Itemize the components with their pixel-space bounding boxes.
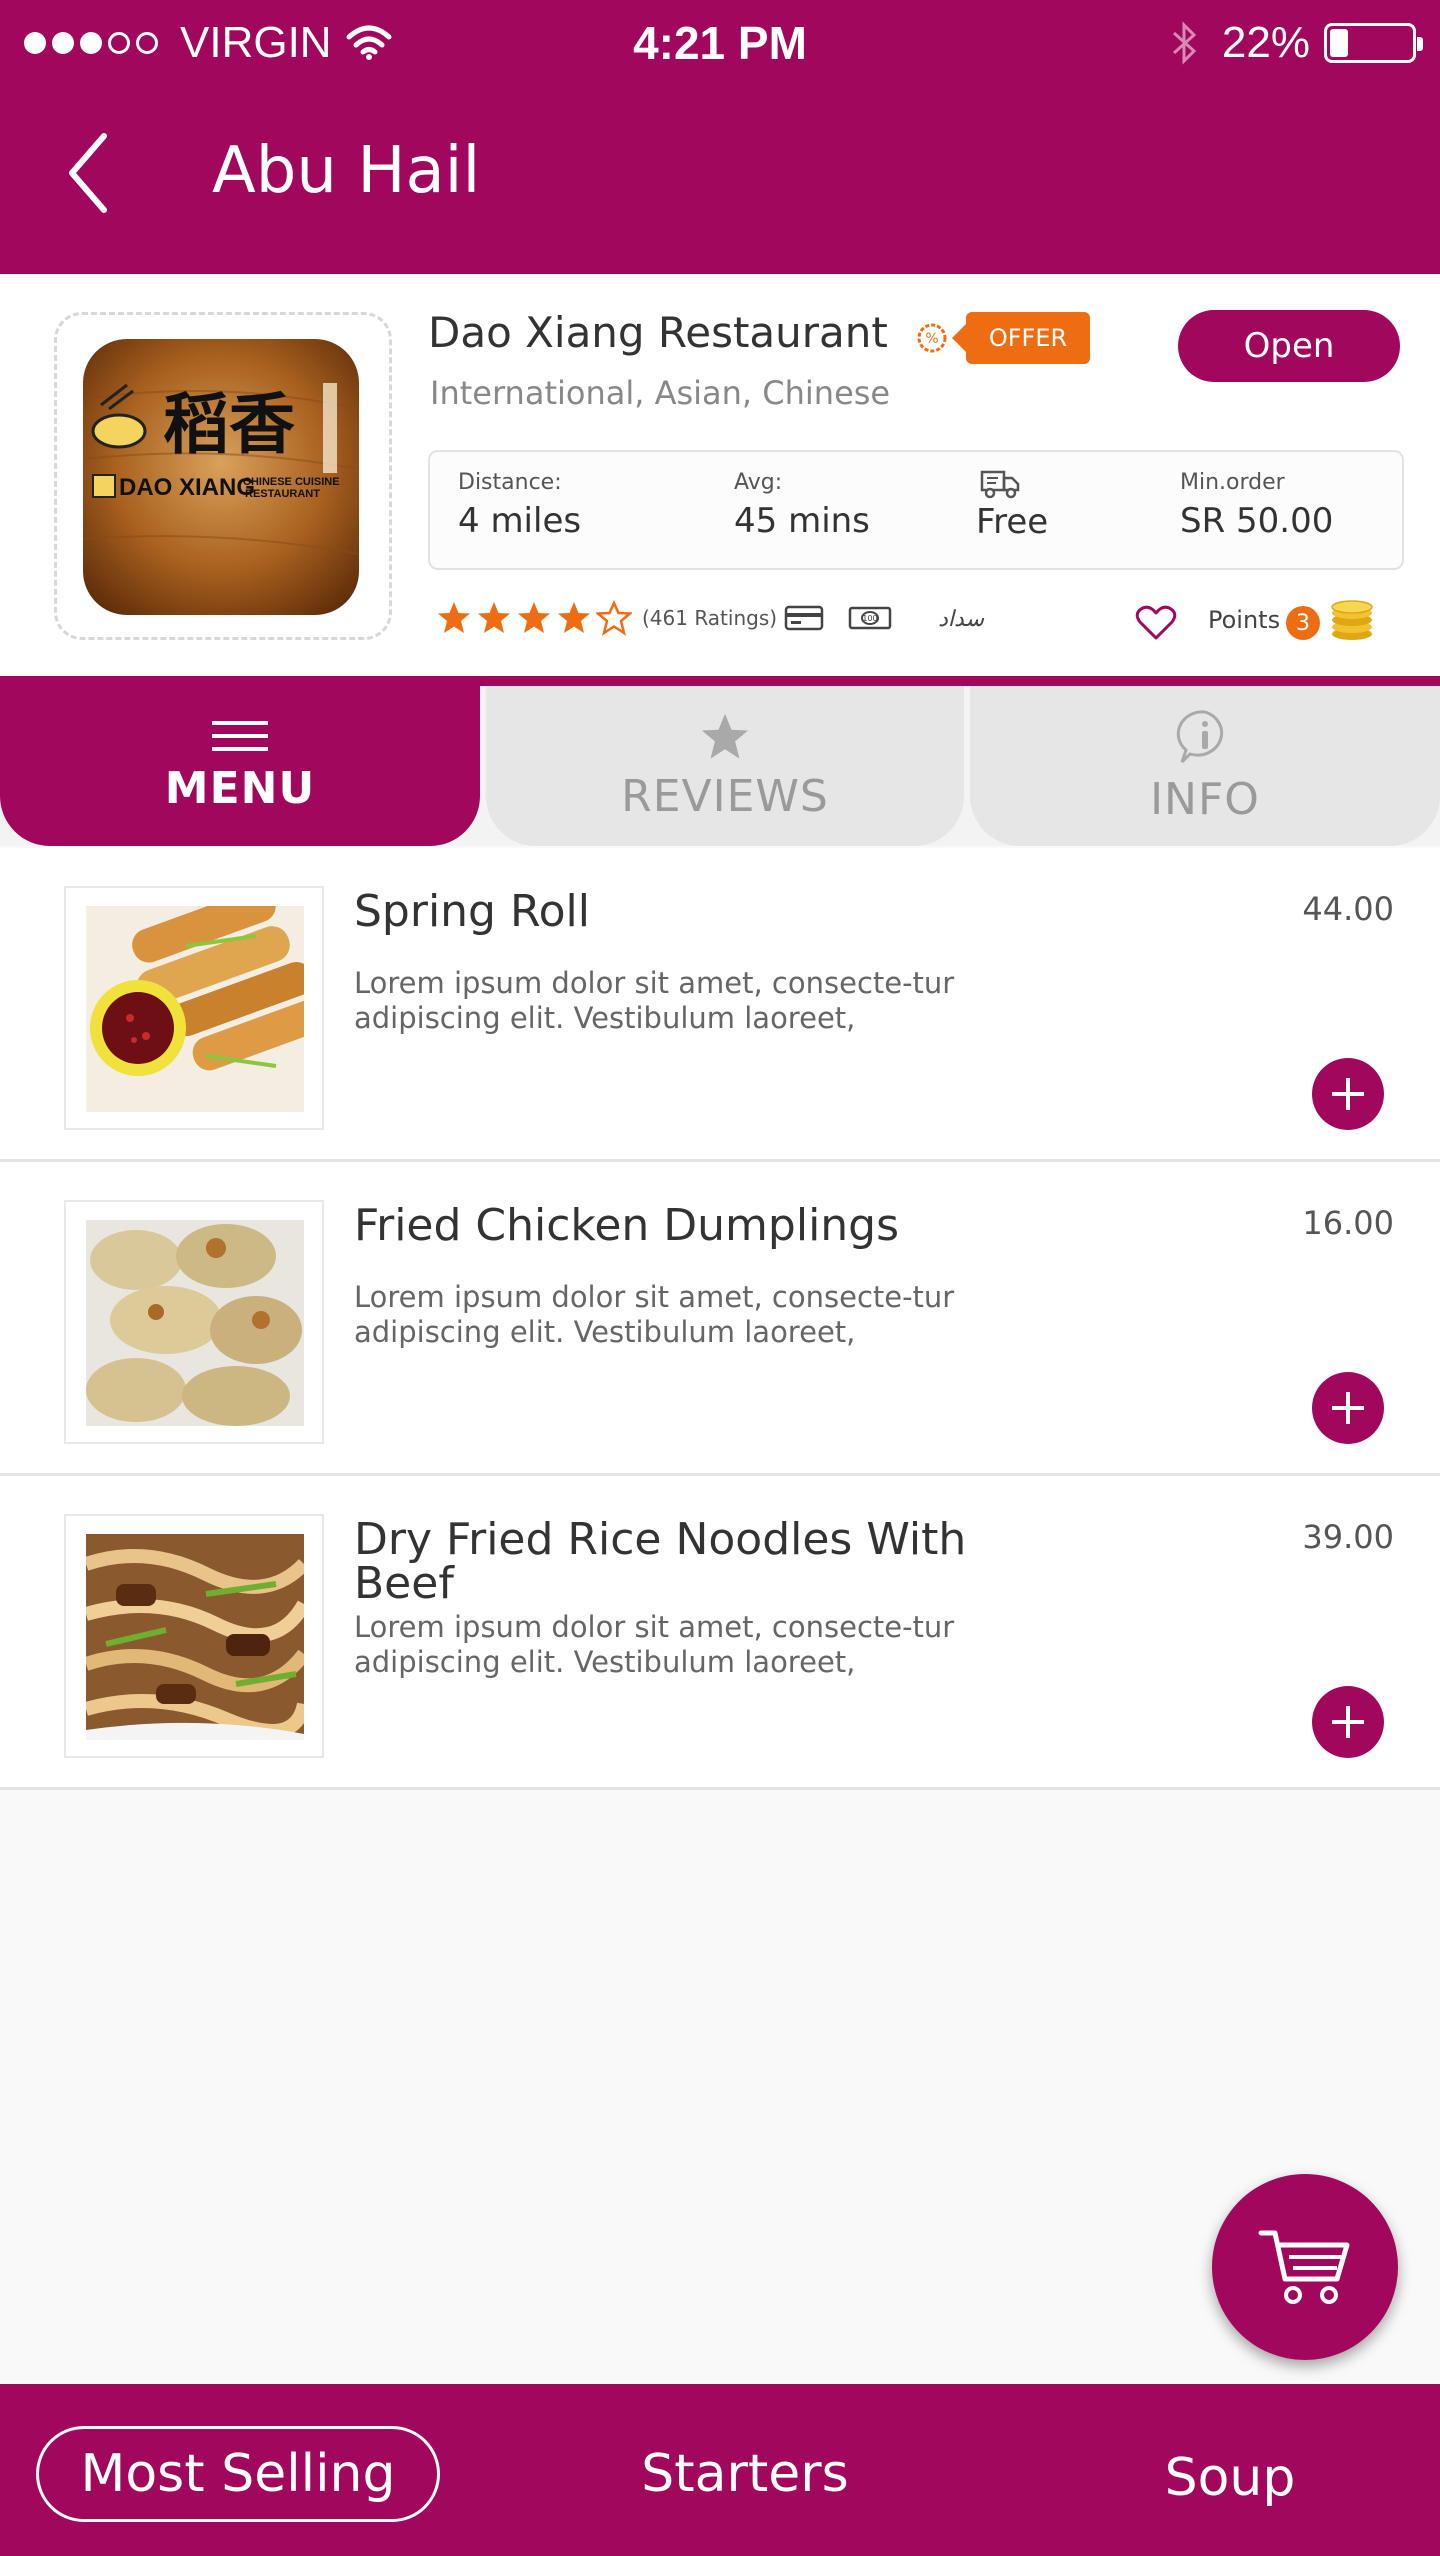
add-to-cart-button[interactable] — [1312, 1372, 1384, 1444]
restaurant-logo-artwork: 稻香 DAO XIANG CHINESE CUISINE RESTAURANT — [83, 339, 359, 615]
item-image-frame — [64, 1514, 324, 1758]
tab-strip: MENU REVIEWS INFO — [0, 686, 1440, 846]
points-label: Points — [1208, 606, 1281, 634]
restaurant-name: Dao Xiang Restaurant — [428, 308, 888, 357]
star-filled-icon — [438, 602, 470, 633]
category-most-selling[interactable]: Most Selling — [36, 2426, 440, 2522]
item-image-frame — [64, 1200, 324, 1444]
stat-delivery-fee: Free — [976, 466, 1048, 542]
item-description: Lorem ipsum dolor sit amet, consecte-tur… — [354, 966, 955, 1035]
back-chevron-icon[interactable] — [60, 128, 120, 218]
hamburger-icon — [212, 720, 268, 751]
sadad-icon: سداد — [938, 607, 984, 632]
category-starters[interactable]: Starters — [560, 2426, 930, 2522]
plus-icon — [1332, 1078, 1364, 1110]
plus-icon — [1332, 1706, 1364, 1738]
info-icon — [1176, 709, 1224, 763]
battery-percent: 22% — [1221, 18, 1310, 67]
category-soup[interactable]: Soup — [1060, 2430, 1400, 2526]
menu-item[interactable]: Fried Chicken Dumplings Lorem ipsum dolo… — [0, 1162, 1440, 1476]
cart-button[interactable] — [1212, 2174, 1398, 2360]
battery-fill — [1330, 29, 1348, 57]
offer-badge: OFFER — [952, 312, 1090, 364]
status-bar: VIRGIN 4:21 PM 22% — [0, 0, 1440, 90]
logo-brand-text: DAO XIANG — [119, 474, 255, 501]
battery-nub — [1417, 37, 1423, 51]
battery-icon — [1324, 23, 1423, 63]
tab-reviews-label: REVIEWS — [621, 770, 829, 822]
tab-menu-label: MENU — [164, 762, 316, 814]
item-price: 16.00 — [1302, 1204, 1394, 1242]
page-title: Abu Hail — [212, 134, 481, 208]
app-header: VIRGIN 4:21 PM 22% Abu Hail — [0, 0, 1440, 274]
dumplings-image — [86, 1220, 304, 1426]
bluetooth-icon — [1172, 21, 1197, 65]
star-empty-icon — [596, 600, 632, 636]
tab-menu[interactable]: MENU — [0, 686, 480, 846]
cuisine-types: International, Asian, Chinese — [430, 374, 891, 412]
avg-time-label: Avg: — [734, 470, 783, 495]
stat-distance: Distance: 4 miles — [458, 470, 581, 541]
payment-methods: 100 سداد — [784, 602, 1010, 634]
tab-info-label: INFO — [1150, 773, 1260, 825]
open-status-button[interactable]: Open — [1178, 310, 1400, 382]
add-to-cart-button[interactable] — [1312, 1058, 1384, 1130]
ratings-count: (461 Ratings) — [642, 606, 778, 630]
item-price: 44.00 — [1302, 890, 1394, 928]
menu-item[interactable]: Dry Fried Rice Noodles With Beef Lorem i… — [0, 1476, 1440, 1790]
menu-list: Spring Roll Lorem ipsum dolor sit amet, … — [0, 848, 1440, 1790]
item-name: Dry Fried Rice Noodles With Beef — [354, 1514, 967, 1609]
spring-roll-image — [86, 906, 304, 1112]
stat-average-time: Avg: 45 mins — [734, 470, 870, 541]
star-icon — [701, 713, 749, 759]
star-filled-icon — [478, 602, 510, 633]
restaurant-stats: Distance: 4 miles Avg: 45 mins Free Min.… — [428, 450, 1404, 570]
tab-reviews[interactable]: REVIEWS — [486, 686, 964, 846]
min-order-label: Min.order — [1180, 470, 1285, 495]
discount-icon: % — [917, 323, 947, 353]
stat-min-order: Min.order SR 50.00 — [1180, 470, 1333, 541]
avg-time-value: 45 mins — [734, 501, 870, 541]
star-filled-icon — [558, 602, 590, 633]
plus-icon — [1332, 1392, 1364, 1424]
delivery-fee-value: Free — [976, 502, 1049, 542]
restaurant-logo: 稻香 DAO XIANG CHINESE CUISINE RESTAURANT — [83, 339, 359, 615]
item-name: Spring Roll — [354, 886, 590, 937]
item-price: 39.00 — [1302, 1518, 1394, 1556]
favorite-heart-icon[interactable] — [1134, 604, 1178, 642]
restaurant-logo-frame: 稻香 DAO XIANG CHINESE CUISINE RESTAURANT — [54, 312, 392, 640]
header-divider — [0, 676, 1440, 686]
star-filled-icon — [518, 602, 550, 633]
menu-item[interactable]: Spring Roll Lorem ipsum dolor sit amet, … — [0, 848, 1440, 1162]
delivery-truck-icon — [980, 470, 1020, 499]
svg-text:100: 100 — [862, 614, 877, 623]
rating-stars: (461 Ratings) — [436, 600, 777, 636]
status-right: 22% — [1170, 18, 1423, 68]
noodles-image — [86, 1534, 304, 1740]
logo-brand-sub-2: RESTAURANT — [245, 488, 320, 500]
item-name: Fried Chicken Dumplings — [354, 1200, 900, 1251]
add-to-cart-button[interactable] — [1312, 1686, 1384, 1758]
sadad-text: سداد — [938, 607, 984, 632]
min-order-value: SR 50.00 — [1180, 501, 1334, 541]
points-badge: 3 — [1286, 606, 1320, 640]
shopping-cart-icon — [1258, 2230, 1350, 2304]
logo-chinese-text: 稻香 — [163, 385, 295, 463]
distance-value: 4 miles — [458, 501, 582, 541]
tab-info[interactable]: INFO — [970, 686, 1440, 846]
cash-icon: 100 — [848, 606, 892, 630]
distance-label: Distance: — [458, 470, 562, 495]
item-description: Lorem ipsum dolor sit amet, consecte-tur… — [354, 1610, 955, 1679]
coins-icon — [1331, 600, 1373, 640]
restaurant-card: 稻香 DAO XIANG CHINESE CUISINE RESTAURANT … — [0, 274, 1440, 678]
card-icon — [784, 605, 824, 631]
category-bar: Most Selling Starters Soup — [0, 2384, 1440, 2556]
logo-brand-sub-1: CHINESE CUISINE — [243, 476, 340, 488]
svg-text:%: % — [925, 331, 938, 347]
item-image-frame — [64, 886, 324, 1130]
item-description: Lorem ipsum dolor sit amet, consecte-tur… — [354, 1280, 955, 1349]
